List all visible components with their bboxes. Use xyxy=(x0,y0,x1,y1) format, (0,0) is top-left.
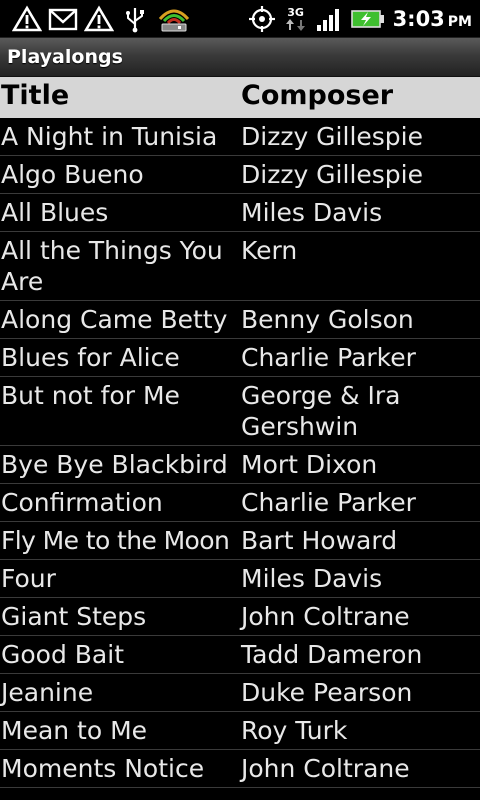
row-title: But not for Me xyxy=(1,381,180,410)
row-title: Giant Steps xyxy=(1,602,147,631)
row-composer: Dizzy Gillespie xyxy=(241,122,423,151)
table-row[interactable]: Mean to Me Roy Turk xyxy=(0,712,480,750)
row-composer: Miles Davis xyxy=(241,564,383,593)
app-title: Playalongs xyxy=(7,46,123,68)
table-row[interactable]: But not for Me George & Ira Gershwin xyxy=(0,377,480,446)
table-row[interactable]: A Night in Tunisia Dizzy Gillespie xyxy=(0,118,480,156)
row-title: Moments Notice xyxy=(1,754,205,783)
row-composer: Dizzy Gillespie xyxy=(241,160,423,189)
table-row[interactable]: Moments Notice John Coltrane xyxy=(0,750,480,788)
usb-icon xyxy=(120,5,150,33)
status-bar: 3G 3:03 PM xyxy=(0,0,480,38)
row-composer: Charlie Parker xyxy=(241,488,416,517)
row-title: All the Things You Are xyxy=(1,236,223,296)
network-3g-icon: 3G xyxy=(285,7,307,32)
gps-icon xyxy=(247,5,277,33)
row-title: Along Came Betty xyxy=(1,305,228,334)
notification-icons xyxy=(12,4,192,34)
signal-icon xyxy=(315,5,343,33)
row-composer: John Coltrane xyxy=(241,602,410,631)
row-composer: Duke Pearson xyxy=(241,678,413,707)
wifi-router-icon xyxy=(156,5,192,33)
row-title: Bye Bye Blackbird xyxy=(1,450,228,479)
table-row[interactable]: Bye Bye Blackbird Mort Dixon xyxy=(0,446,480,484)
table-row[interactable]: Four Miles Davis xyxy=(0,560,480,598)
system-icons: 3G 3:03 PM xyxy=(247,4,472,34)
table-row[interactable]: Good Bait Tadd Dameron xyxy=(0,636,480,674)
row-composer: Kern xyxy=(241,236,298,265)
table-row[interactable]: Confirmation Charlie Parker xyxy=(0,484,480,522)
table-row[interactable]: Giant Steps John Coltrane xyxy=(0,598,480,636)
table-row[interactable]: Algo Bueno Dizzy Gillespie xyxy=(0,156,480,194)
row-composer: Charlie Parker xyxy=(241,343,416,372)
row-title: Algo Bueno xyxy=(1,160,144,189)
row-composer: Roy Turk xyxy=(241,716,348,745)
row-title: Good Bait xyxy=(1,640,124,669)
app-title-bar: Playalongs xyxy=(0,38,480,77)
row-title: Mean to Me xyxy=(1,716,148,745)
row-title: Four xyxy=(1,564,56,593)
row-composer: John Coltrane xyxy=(241,754,410,783)
column-header-composer: Composer xyxy=(241,80,394,111)
gmail-icon xyxy=(48,5,78,33)
table-row[interactable]: Blues for Alice Charlie Parker xyxy=(0,339,480,377)
table-row[interactable]: All the Things You Are Kern xyxy=(0,232,480,301)
row-title: A Night in Tunisia xyxy=(1,122,218,151)
column-header-title: Title xyxy=(1,80,70,111)
row-composer: George & Ira Gershwin xyxy=(241,381,401,441)
warning-icon xyxy=(12,5,42,33)
row-composer: Tadd Dameron xyxy=(241,640,423,669)
row-title: Fly Me to the Moon xyxy=(1,526,230,555)
row-composer: Miles Davis xyxy=(241,198,383,227)
clock-time: 3:03 xyxy=(392,7,445,31)
clock-ampm: PM xyxy=(447,14,472,30)
row-composer: Bart Howard xyxy=(241,526,398,555)
table-row[interactable]: Jeanine Duke Pearson xyxy=(0,674,480,712)
table-row[interactable]: Fly Me to the Moon Bart Howard xyxy=(0,522,480,560)
status-clock: 3:03 PM xyxy=(393,7,472,31)
table-header: Title Composer xyxy=(0,77,480,118)
row-composer: Benny Golson xyxy=(241,305,414,334)
table-row[interactable]: All Blues Miles Davis xyxy=(0,194,480,232)
row-title: Confirmation xyxy=(1,488,163,517)
row-composer: Mort Dixon xyxy=(241,450,378,479)
row-title: Blues for Alice xyxy=(1,343,180,372)
battery-charging-icon xyxy=(350,5,385,33)
network-type-label: 3G xyxy=(287,5,304,19)
song-list[interactable]: A Night in Tunisia Dizzy Gillespie Algo B… xyxy=(0,118,480,800)
row-title: Jeanine xyxy=(1,678,94,707)
row-title: All Blues xyxy=(1,198,109,227)
table-row[interactable]: Along Came Betty Benny Golson xyxy=(0,301,480,339)
warning-icon xyxy=(84,5,114,33)
